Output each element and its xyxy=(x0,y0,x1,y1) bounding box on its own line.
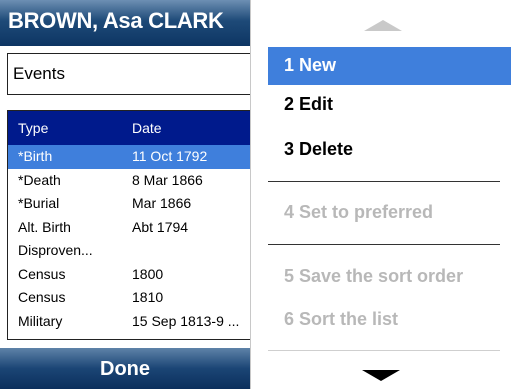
grid-header: Type Date xyxy=(8,111,250,145)
table-row[interactable]: *Death 8 Mar 1866 xyxy=(8,169,250,193)
cell-type: Disproven... xyxy=(18,242,93,258)
cell-type: *Birth xyxy=(18,148,53,164)
cell-date: Mar 1866 xyxy=(132,195,192,211)
cell-type: *Death xyxy=(18,171,61,188)
menu-item-save-sort-order[interactable]: 5 Save the sort order xyxy=(268,258,511,296)
table-row[interactable]: Disproven... xyxy=(8,239,250,263)
table-row[interactable]: Census 1800 xyxy=(8,263,250,287)
triangle-down-icon[interactable] xyxy=(362,370,400,381)
table-row[interactable]: Census 1810 xyxy=(8,286,250,310)
window-title: BROWN, Asa CLARK xyxy=(0,0,250,46)
done-softkey[interactable]: Done xyxy=(0,348,250,389)
table-row[interactable]: *Burial Mar 1866 xyxy=(8,192,250,216)
events-grid: Type Date *Birth 11 Oct 1792 *Death 8 Ma… xyxy=(7,110,250,340)
menu-separator xyxy=(268,350,500,351)
table-row[interactable]: Alt. Birth Abt 1794 xyxy=(8,216,250,240)
cell-date: 1810 xyxy=(132,289,164,305)
cell-type: Census xyxy=(18,265,66,282)
cell-type: Military xyxy=(18,312,63,329)
menu-item-sort-list[interactable]: 6 Sort the list xyxy=(268,301,511,339)
table-row[interactable]: *Birth 11 Oct 1792 xyxy=(8,145,250,169)
menu-separator xyxy=(268,181,500,182)
cell-date: 11 Oct 1792 xyxy=(132,148,208,164)
menu-separator xyxy=(268,244,500,245)
column-header-date[interactable]: Date xyxy=(132,120,162,136)
cell-date: 1800 xyxy=(132,265,164,282)
cell-type: *Burial xyxy=(18,195,60,211)
cell-type: Census xyxy=(18,289,66,305)
context-menu: 1 New 2 Edit 3 Delete 4 Set to preferred… xyxy=(250,0,511,389)
triangle-up-icon[interactable] xyxy=(364,20,402,31)
column-header-type[interactable]: Type xyxy=(18,120,48,136)
view-selector-dropdown[interactable]: Events xyxy=(7,53,250,95)
cell-type: Alt. Birth xyxy=(18,218,71,235)
menu-item-edit[interactable]: 2 Edit xyxy=(268,86,511,124)
table-row[interactable]: Military 15 Sep 1813-9 ... xyxy=(8,310,250,334)
menu-item-new[interactable]: 1 New xyxy=(268,47,511,85)
cell-date: 15 Sep 1813-9 ... xyxy=(132,312,240,329)
cell-date: Abt 1794 xyxy=(132,218,189,235)
menu-item-delete[interactable]: 3 Delete xyxy=(268,131,511,169)
menu-item-set-preferred[interactable]: 4 Set to preferred xyxy=(268,194,511,232)
cell-date: 8 Mar 1866 xyxy=(132,171,203,188)
